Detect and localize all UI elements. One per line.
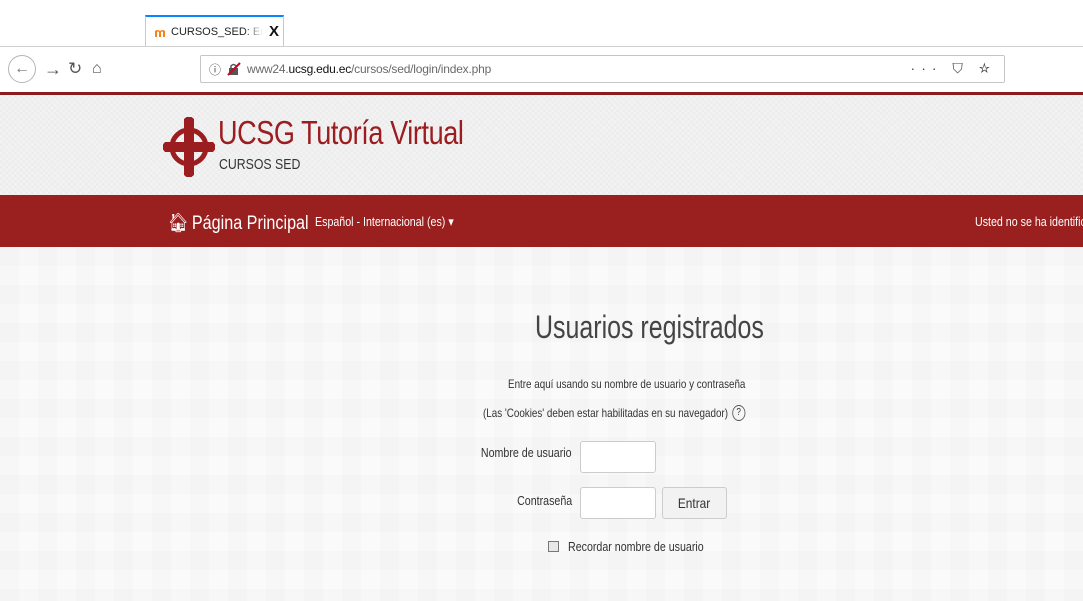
tab-title: CURSOS_SED: Entrar al sitio bbox=[171, 25, 263, 38]
browser-toolbar: ← → ↻ ⌂ ⓘ www24.ucsg.edu.ec/cursos/sed/l… bbox=[0, 46, 1083, 92]
remember-label: Recordar nombre de usuario bbox=[568, 539, 704, 554]
help-icon[interactable]: ? bbox=[732, 405, 746, 421]
close-tab-icon[interactable]: X bbox=[269, 23, 279, 40]
username-input[interactable] bbox=[580, 441, 656, 473]
main-navigation: 🏠︎ Página Principal Español - Internacion… bbox=[0, 195, 1083, 247]
username-label: Nombre de usuario bbox=[481, 445, 572, 460]
login-heading: Usuarios registrados bbox=[535, 309, 764, 345]
remember-username[interactable]: Recordar nombre de usuario bbox=[548, 539, 733, 554]
cookies-text: (Las 'Cookies' deben estar habilitadas e… bbox=[483, 406, 729, 420]
info-icon[interactable]: ⓘ bbox=[209, 61, 221, 78]
home-link-label: Página Principal bbox=[191, 213, 309, 234]
login-button-label: Entrar bbox=[678, 495, 711, 511]
password-label: Contraseña bbox=[516, 493, 572, 508]
site-subtitle: CURSOS SED bbox=[219, 156, 301, 173]
moodle-favicon-icon bbox=[155, 29, 165, 37]
login-instructions: Entre aquí usando su nombre de usuario y… bbox=[508, 377, 746, 391]
site-title[interactable]: UCSG Tutoría Virtual bbox=[218, 115, 464, 151]
back-icon[interactable]: ← bbox=[8, 55, 36, 83]
cookies-notice: (Las 'Cookies' deben estar habilitadas e… bbox=[483, 405, 746, 421]
url-bar[interactable]: ⓘ www24.ucsg.edu.ec/cursos/sed/login/ind… bbox=[200, 55, 1005, 83]
page-header: UCSG Tutoría Virtual CURSOS SED bbox=[0, 95, 1083, 195]
home-link[interactable]: 🏠︎ Página Principal bbox=[168, 211, 309, 235]
page-actions-icon[interactable]: ··· ⛉ ☆ bbox=[911, 60, 996, 77]
login-content: Usuarios registrados Entre aquí usando s… bbox=[0, 247, 1083, 601]
remember-checkbox[interactable] bbox=[548, 541, 559, 552]
ucsg-logo-icon[interactable] bbox=[163, 117, 215, 177]
house-icon: 🏠︎ bbox=[168, 213, 189, 234]
browser-tab[interactable]: CURSOS_SED: Entrar al sitio X bbox=[145, 15, 284, 46]
home-icon[interactable]: ⌂ bbox=[92, 59, 102, 79]
url-text[interactable]: www24.ucsg.edu.ec/cursos/sed/login/index… bbox=[247, 62, 491, 76]
insecure-lock-icon bbox=[227, 62, 241, 76]
forward-icon[interactable]: → bbox=[44, 59, 62, 79]
login-status: Usted no se ha identificado. bbox=[975, 214, 1083, 229]
tab-strip: CURSOS_SED: Entrar al sitio X bbox=[0, 0, 1083, 46]
language-dropdown[interactable]: Español - Internacional (es) ▾ bbox=[315, 214, 454, 230]
password-input[interactable] bbox=[580, 487, 656, 519]
login-button[interactable]: Entrar bbox=[662, 487, 727, 519]
reload-icon[interactable]: ↻ bbox=[68, 59, 82, 79]
